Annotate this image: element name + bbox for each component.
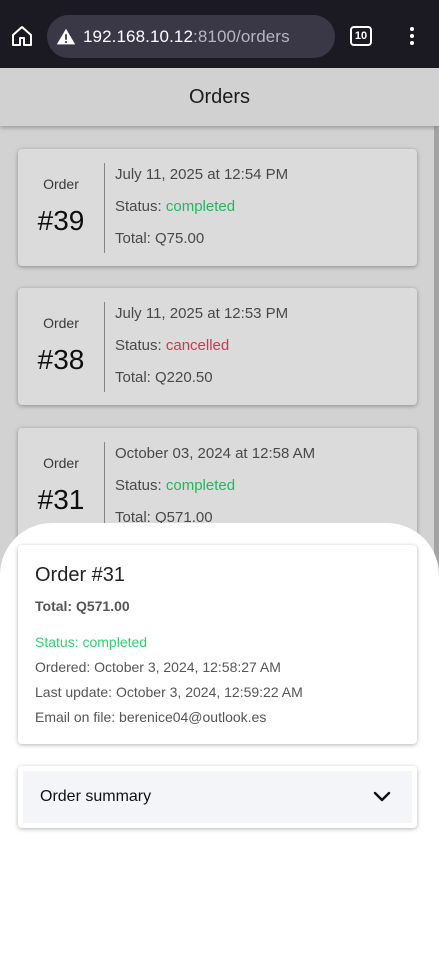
- detail-total: Total: Q571.00: [35, 598, 130, 614]
- tab-switcher-button[interactable]: 10: [350, 26, 372, 46]
- url-path: :8100/orders: [193, 26, 290, 46]
- detail-email: Email on file: berenice04@outlook.es: [35, 709, 267, 725]
- url-host: 192.168.10.12: [83, 26, 194, 46]
- chevron-down-icon[interactable]: [372, 787, 392, 807]
- detail-status: Status: completed: [35, 634, 148, 650]
- detail-title: Order #31: [35, 564, 126, 586]
- order-summary-label: Order summary: [40, 788, 152, 805]
- home-icon[interactable]: [10, 24, 34, 48]
- warning-icon[interactable]: [55, 26, 77, 48]
- more-menu-icon[interactable]: [402, 24, 422, 48]
- address-bar[interactable]: 192.168.10.12:8100/orders: [47, 15, 335, 58]
- order-detail-sheet: Order #31 Total: Q571.00 Status: complet…: [0, 523, 439, 974]
- browser-toolbar: 192.168.10.12:8100/orders 10: [0, 0, 439, 68]
- order-summary-header[interactable]: Order summary: [23, 771, 412, 823]
- order-detail-card: Order #31 Total: Q571.00 Status: complet…: [18, 545, 417, 744]
- order-summary-accordion: Order summary: [18, 766, 417, 828]
- url-text: 192.168.10.12:8100/orders: [83, 27, 290, 47]
- detail-last-update: Last update: October 3, 2024, 12:59:22 A…: [35, 684, 303, 700]
- detail-ordered: Ordered: October 3, 2024, 12:58:27 AM: [35, 659, 281, 675]
